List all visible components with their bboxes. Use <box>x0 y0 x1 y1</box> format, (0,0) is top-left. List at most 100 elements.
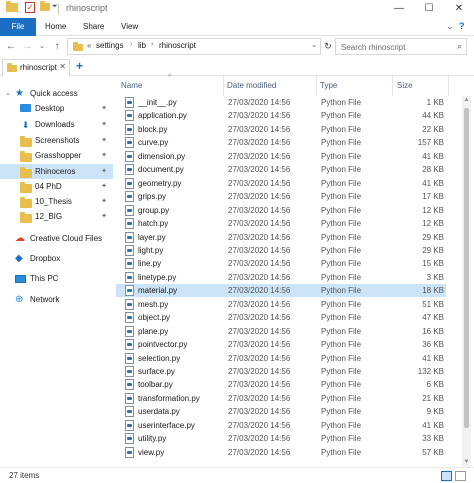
file-type: Python File <box>321 420 362 430</box>
breadcrumb-separator[interactable]: › <box>151 41 153 48</box>
address-dropdown-icon[interactable]: ⌄ <box>311 41 317 49</box>
close-tab-icon[interactable]: ✕ <box>59 62 66 71</box>
recent-locations-button[interactable]: ⌄ <box>35 39 49 55</box>
table-row[interactable]: application.py 27/03/2020 14:56 Python Fil… <box>116 109 446 122</box>
nav-item-screenshots[interactable]: Screenshots ✦ <box>0 133 113 148</box>
table-row[interactable]: userdata.py 27/03/2020 14:56 Python File 9 … <box>116 405 446 418</box>
nav-item-grasshopper[interactable]: Grasshopper ✦ <box>0 148 113 163</box>
breadcrumb-rhinoscript[interactable]: rhinoscript <box>159 41 196 50</box>
window-title: rhinoscript <box>66 3 108 13</box>
nav-item-12-big[interactable]: 12_BIG ✦ <box>0 209 113 224</box>
column-divider[interactable] <box>223 76 224 96</box>
nav-item-dropbox[interactable]: ◆ Dropbox <box>0 251 113 266</box>
table-row[interactable]: selection.py 27/03/2020 14:56 Python File 4… <box>116 352 446 365</box>
table-row[interactable]: utility.py 27/03/2020 14:56 Python File 33 … <box>116 432 446 445</box>
table-row[interactable]: object.py 27/03/2020 14:56 Python File 47 K… <box>116 311 446 324</box>
vertical-scrollbar[interactable]: ▲ ▼ <box>462 96 471 467</box>
nav-item-downloads[interactable]: ⬇ Downloads ✦ <box>0 117 113 132</box>
table-row[interactable]: geometry.py 27/03/2020 14:56 Python File 41… <box>116 177 446 190</box>
tab-view[interactable]: View <box>121 18 138 36</box>
tab-file[interactable]: File <box>0 18 36 36</box>
column-header-size[interactable]: Size <box>397 81 413 90</box>
table-row[interactable]: dimension.py 27/03/2020 14:56 Python File 4… <box>116 150 446 163</box>
table-row[interactable]: group.py 27/03/2020 14:56 Python File 12 KB <box>116 204 446 217</box>
properties-icon[interactable]: ✓ <box>25 2 35 13</box>
nav-item-10-thesis[interactable]: 10_Thesis ✦ <box>0 194 113 209</box>
nav-item-rhinoceros[interactable]: Rhinoceros ✦ <box>0 164 113 179</box>
large-icons-view-icon[interactable] <box>455 471 466 481</box>
close-button[interactable]: ✕ <box>444 0 474 18</box>
quick-access-dropdown-icon[interactable]: ⏷ <box>52 3 58 11</box>
tab-share[interactable]: Share <box>83 18 104 36</box>
file-size: 1 KB <box>426 98 444 107</box>
file-name: material.py <box>138 286 178 296</box>
scroll-up-icon[interactable]: ▲ <box>462 96 471 105</box>
table-row[interactable]: document.py 27/03/2020 14:56 Python File 28… <box>116 163 446 176</box>
file-name: userdata.py <box>138 407 180 417</box>
nav-item-creative-cloud-files[interactable]: ☁ Creative Cloud Files <box>0 231 113 246</box>
search-icon[interactable]: ⌕ <box>457 41 462 52</box>
python-file-icon <box>125 177 134 189</box>
table-row[interactable]: __init__.py 27/03/2020 14:56 Python File 1 … <box>116 96 446 109</box>
creative-cloud-icon: ☁ <box>15 233 25 244</box>
table-row[interactable]: light.py 27/03/2020 14:56 Python File 29 KB <box>116 244 446 257</box>
table-row[interactable]: mesh.py 27/03/2020 14:56 Python File 51 KB <box>116 298 446 311</box>
table-row[interactable]: pointvector.py 27/03/2020 14:56 Python Fil… <box>116 338 446 351</box>
minimize-button[interactable]: — <box>384 0 414 18</box>
table-row[interactable]: userinterface.py 27/03/2020 14:56 Python F… <box>116 419 446 432</box>
column-divider[interactable] <box>316 76 317 96</box>
forward-button[interactable]: → <box>20 39 34 55</box>
tab-home[interactable]: Home <box>45 18 66 36</box>
table-row[interactable]: grips.py 27/03/2020 14:56 Python File 17 KB <box>116 190 446 203</box>
file-name: dimension.py <box>138 151 186 161</box>
table-row[interactable]: line.py 27/03/2020 14:56 Python File 15 KB <box>116 257 446 270</box>
table-row[interactable]: curve.py 27/03/2020 14:56 Python File 157 K… <box>116 136 446 149</box>
breadcrumb-overflow[interactable]: « <box>87 41 91 50</box>
table-row[interactable]: view.py 27/03/2020 14:56 Python File 57 KB <box>116 446 446 459</box>
column-header-type[interactable]: Type <box>320 81 337 90</box>
python-file-icon <box>125 298 134 310</box>
table-row[interactable]: linetype.py 27/03/2020 14:56 Python File 3 … <box>116 271 446 284</box>
refresh-button[interactable]: ↻ <box>322 38 334 55</box>
nav-item-this-pc[interactable]: This PC <box>0 271 113 286</box>
search-input[interactable] <box>341 41 449 53</box>
address-bar[interactable]: « settings › lib › rhinoscript ⌄ <box>67 38 321 55</box>
chevron-down-icon[interactable]: ⌄ <box>5 89 11 97</box>
column-divider[interactable] <box>392 76 393 96</box>
table-row[interactable]: block.py 27/03/2020 14:56 Python File 22 KB <box>116 123 446 136</box>
nav-item-04-phd[interactable]: 04 PhD ✦ <box>0 179 113 194</box>
search-box[interactable]: ⌕ <box>335 38 467 55</box>
breadcrumb-lib[interactable]: lib <box>138 41 146 50</box>
python-file-icon <box>125 258 134 270</box>
status-bar: 27 items <box>0 467 474 483</box>
network-icon: ⊕ <box>15 294 24 305</box>
table-row[interactable]: hatch.py 27/03/2020 14:56 Python File 12 KB <box>116 217 446 230</box>
up-button[interactable]: ↑ <box>50 39 64 55</box>
table-row[interactable]: transformation.py 27/03/2020 14:56 Python … <box>116 392 446 405</box>
maximize-button[interactable]: ☐ <box>414 0 444 18</box>
details-view-icon[interactable] <box>441 471 452 481</box>
help-icon[interactable]: ? <box>459 21 465 31</box>
column-header-name[interactable]: Name <box>121 81 142 90</box>
new-tab-button[interactable]: + <box>76 59 83 73</box>
file-date-modified: 27/03/2020 14:56 <box>228 353 291 363</box>
folder-tab-rhinoscript[interactable]: rhinoscript ✕ <box>2 59 70 76</box>
scroll-thumb[interactable] <box>464 108 469 428</box>
table-row[interactable]: toolbar.py 27/03/2020 14:56 Python File 6 K… <box>116 378 446 391</box>
column-header-date-modified[interactable]: Date modified <box>227 81 276 90</box>
column-divider[interactable] <box>448 76 449 96</box>
nav-item-quick-access[interactable]: ⌄ ★ Quick access <box>0 86 113 101</box>
file-type: Python File <box>321 178 362 188</box>
table-row[interactable]: layer.py 27/03/2020 14:56 Python File 29 KB <box>116 231 446 244</box>
nav-item-network[interactable]: ⊕ Network <box>0 292 113 307</box>
scroll-down-icon[interactable]: ▼ <box>462 458 471 467</box>
quick-access-toolbar-folder-icon[interactable] <box>40 1 50 13</box>
breadcrumb-separator[interactable]: › <box>130 41 132 48</box>
breadcrumb-settings[interactable]: settings <box>96 41 124 50</box>
back-button[interactable]: ← <box>4 39 18 55</box>
table-row[interactable]: material.py 27/03/2020 14:56 Python File 18… <box>116 284 446 298</box>
table-row[interactable]: plane.py 27/03/2020 14:56 Python File 16 KB <box>116 325 446 338</box>
ribbon-collapse-icon[interactable]: ⌄ <box>446 21 454 32</box>
nav-item-desktop[interactable]: Desktop ✦ <box>0 101 113 116</box>
table-row[interactable]: surface.py 27/03/2020 14:56 Python File 132… <box>116 365 446 378</box>
